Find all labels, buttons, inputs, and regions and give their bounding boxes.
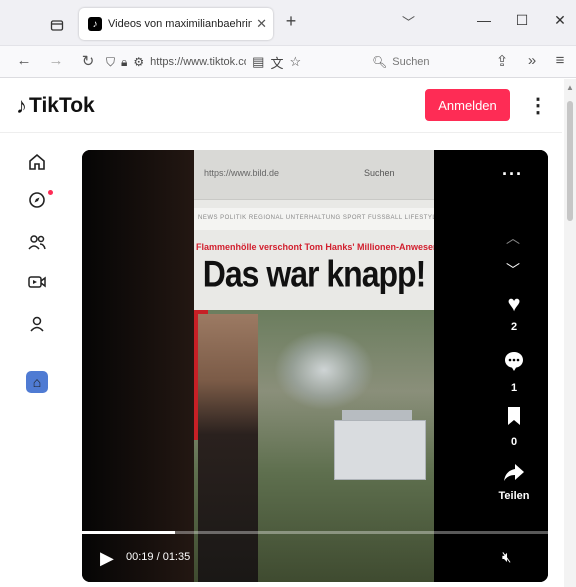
video-time: 00:19 / 01:35	[126, 551, 191, 563]
like-action[interactable]: ♥ 2	[492, 293, 536, 334]
maximize-icon[interactable]: ☐	[510, 12, 534, 29]
save-action[interactable]: 0	[492, 406, 536, 448]
next-video-icon[interactable]: ﹀	[506, 260, 520, 280]
tab-close-icon[interactable]: ✕	[256, 16, 267, 32]
video-progress-bar[interactable]	[82, 531, 548, 534]
play-icon[interactable]: ▶	[100, 548, 120, 568]
shield-icon[interactable]: ⛉	[106, 55, 115, 70]
browser-tab-active[interactable]: ♪ Videos von maximilianbaehring ✕	[79, 8, 273, 40]
bookmark-icon[interactable]	[492, 406, 536, 430]
house-shape	[334, 420, 426, 480]
tab-title: Videos von maximilianbaehring	[108, 18, 253, 30]
home-icon[interactable]	[22, 148, 52, 176]
save-count: 0	[510, 436, 518, 448]
url-bar[interactable]: ⛉ 🔒︎ ⚙ https://www.tiktok.com ▤ 文 ☆	[106, 50, 360, 74]
tiktok-note-icon: ♪	[16, 93, 27, 118]
share-arrow-icon[interactable]	[492, 462, 536, 486]
chevron-down-icon[interactable]: ﹀	[402, 12, 415, 31]
share-label: Teilen	[498, 490, 530, 502]
lock-icon[interactable]: 🔒︎	[121, 55, 127, 70]
reload-icon[interactable]: ↻	[78, 52, 98, 70]
share-action[interactable]: Teilen	[492, 462, 536, 502]
tab-list-icon[interactable]	[44, 12, 70, 38]
video-more-icon[interactable]: ···	[502, 164, 523, 185]
reader-view-icon[interactable]: ▤	[252, 54, 264, 70]
notification-dot	[48, 190, 53, 195]
tiktok-header: ♪ TikTok Anmelden ⋮	[0, 79, 562, 133]
video-progress-fill	[82, 531, 176, 534]
video-player[interactable]: https://www.bild.de Suchen NEWS POLITIK …	[82, 150, 548, 582]
users-icon[interactable]	[22, 228, 52, 256]
login-button[interactable]: Anmelden	[425, 89, 510, 121]
permissions-icon[interactable]: ⚙	[133, 55, 144, 69]
comment-action[interactable]: 1	[492, 350, 536, 394]
scroll-up-icon[interactable]: ▲	[564, 83, 576, 92]
more-vertical-icon[interactable]: ⋮	[528, 93, 548, 118]
menu-icon[interactable]: ≡	[550, 52, 570, 69]
translate-icon[interactable]: 文	[270, 53, 283, 72]
page-scrollbar[interactable]: ▲	[564, 79, 576, 587]
article-photo	[194, 310, 434, 582]
tiktok-favicon-icon: ♪	[88, 17, 102, 31]
comment-icon[interactable]	[492, 350, 536, 376]
browser-tab-bar: ♪ Videos von maximilianbaehring ✕ + ﹀ — …	[0, 0, 576, 46]
minimize-icon[interactable]: —	[472, 12, 496, 28]
profile-icon[interactable]	[22, 310, 52, 338]
like-count: 2	[510, 321, 518, 333]
extensions-icon[interactable]: ⇪	[492, 52, 512, 70]
video-frame: https://www.bild.de Suchen NEWS POLITIK …	[194, 150, 434, 582]
forward-icon[interactable]: →	[46, 52, 66, 69]
video-left-backdrop	[82, 150, 194, 582]
overflow-chevron-icon[interactable]: »	[522, 52, 542, 69]
close-window-icon[interactable]: ✕	[548, 12, 572, 29]
back-icon[interactable]: ←	[14, 52, 34, 69]
smoke-shape	[274, 330, 374, 410]
search-input[interactable]: 🔍︎ Suchen	[366, 50, 478, 74]
compass-icon[interactable]	[22, 186, 53, 214]
browser-nav-bar: ← → ↻ ⛉ 🔒︎ ⚙ https://www.tiktok.com ▤ 文 …	[0, 46, 576, 78]
app-thumbnail-image: ⌂	[26, 371, 48, 393]
article-headline: Das war knapp!	[202, 253, 427, 295]
bookmark-star-icon[interactable]: ☆	[289, 54, 301, 70]
person-portrait	[198, 314, 258, 582]
live-icon[interactable]	[22, 268, 52, 296]
tiktok-logo[interactable]: ♪ TikTok	[16, 93, 95, 119]
search-placeholder: Suchen	[392, 56, 430, 68]
comment-count: 1	[510, 382, 518, 394]
filmed-url: https://www.bild.de	[204, 168, 280, 178]
article-kicker: Flammenhölle verschont Tom Hanks' Millio…	[196, 242, 434, 252]
tiktok-logo-text: TikTok	[29, 94, 95, 117]
search-icon: 🔍︎	[372, 55, 388, 69]
scrollbar-thumb[interactable]	[567, 101, 573, 221]
filmed-site-nav: NEWS POLITIK REGIONAL UNTERHALTUNG SPORT…	[194, 208, 434, 230]
new-tab-button[interactable]: +	[278, 11, 304, 32]
filmed-search: Suchen	[364, 168, 395, 178]
app-thumbnail-icon[interactable]: ⌂	[22, 368, 52, 396]
url-text[interactable]: https://www.tiktok.com	[150, 56, 246, 68]
filmed-browser-bar: https://www.bild.de Suchen	[194, 150, 434, 200]
mute-icon[interactable]: 🔇︎	[502, 549, 511, 566]
previous-video-icon[interactable]: ︿	[506, 228, 520, 248]
heart-icon[interactable]: ♥	[492, 293, 536, 315]
